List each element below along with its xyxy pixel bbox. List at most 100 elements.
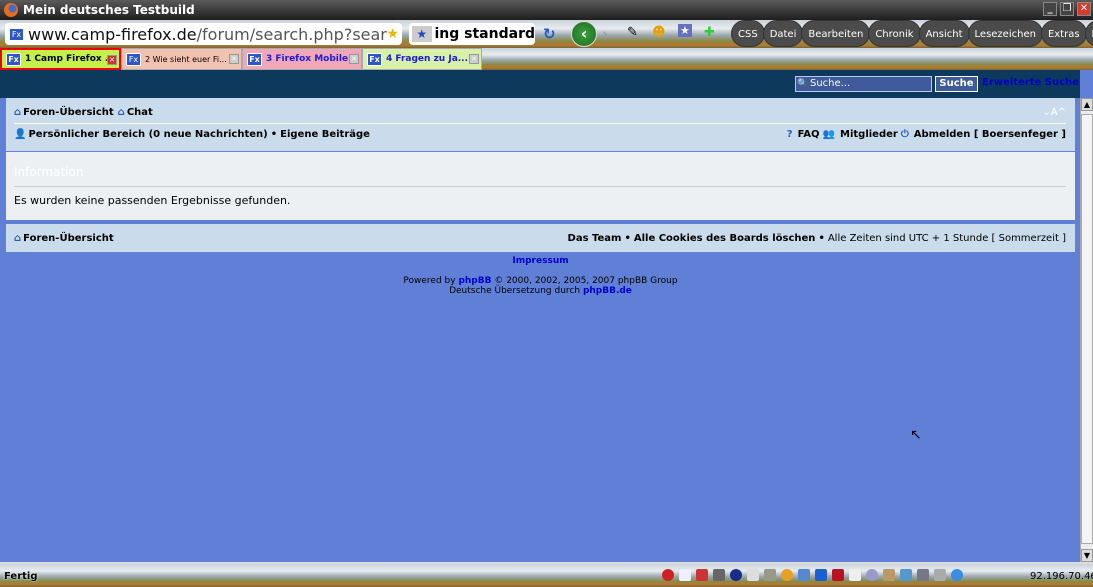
tab-label: 4 Fragen zu Ja... bbox=[386, 54, 469, 64]
notes-icon[interactable]: ✎ bbox=[627, 25, 638, 40]
tab-1[interactable]: Fx 1 Camp Firefox ... ✕ bbox=[0, 48, 121, 70]
s-icon[interactable] bbox=[730, 569, 742, 581]
screenshot-icon[interactable] bbox=[900, 569, 912, 581]
members-icon: 👥 bbox=[822, 129, 835, 140]
tab-label: 2 Wie sieht euer Fi... bbox=[145, 54, 227, 64]
vertical-scrollbar[interactable]: ▲ ▼ bbox=[1080, 98, 1093, 562]
forum-index-link[interactable]: Foren-Übersicht bbox=[23, 233, 113, 244]
menu-chronik[interactable]: Chronik bbox=[868, 20, 921, 47]
divider bbox=[14, 186, 1066, 187]
scissors-icon[interactable] bbox=[798, 569, 810, 581]
p-icon[interactable] bbox=[832, 569, 844, 581]
scroll-up-icon[interactable]: ▲ bbox=[1081, 98, 1093, 111]
information-panel: Information Es wurden keine passenden Er… bbox=[6, 152, 1075, 220]
faq-link[interactable]: FAQ bbox=[798, 129, 820, 140]
tab-close-icon[interactable]: ✕ bbox=[349, 54, 359, 64]
faq-icon: ? bbox=[786, 129, 793, 140]
scroll-down-icon[interactable]: ▼ bbox=[1081, 549, 1093, 562]
status-text: Fertig bbox=[4, 571, 38, 582]
timezone-text: Alle Zeiten sind UTC + 1 Stunde [ Sommer… bbox=[827, 233, 1066, 244]
search-bar[interactable]: ★ ing standard bbox=[409, 23, 535, 45]
sync-icon[interactable] bbox=[951, 569, 963, 581]
menu-extras[interactable]: Extras bbox=[1040, 20, 1087, 47]
menu-lesezeichen[interactable]: Lesezeichen bbox=[967, 20, 1043, 47]
clipboard-icon[interactable] bbox=[747, 569, 759, 581]
forward-button[interactable]: › bbox=[602, 25, 608, 43]
phpbb-de-link[interactable]: phpBB.de bbox=[583, 286, 632, 296]
page-footer: Impressum Powered by phpBB © 2000, 2002,… bbox=[6, 256, 1075, 296]
members-link[interactable]: Mitglieder bbox=[840, 129, 898, 140]
team-link[interactable]: Das Team bbox=[568, 233, 622, 244]
site-search-button[interactable]: Suche bbox=[935, 76, 978, 92]
url-path: /forum/search.php?sear bbox=[196, 24, 387, 44]
bookmarks-icon[interactable]: ★ bbox=[678, 24, 692, 37]
site-favicon-icon: Fx bbox=[9, 27, 24, 41]
ucp-link[interactable]: Persönlicher Bereich (0 neue Nachrichten… bbox=[28, 129, 267, 140]
font-size-toggle[interactable]: ⌄A^ bbox=[1042, 107, 1066, 118]
title-bar: Mein deutsches Testbuild _ ❐ ✕ bbox=[0, 0, 1093, 20]
gear-icon[interactable] bbox=[917, 569, 929, 581]
window-title: Mein deutsches Testbuild bbox=[23, 3, 195, 17]
addon-puzzle-icon[interactable]: ✚ bbox=[704, 25, 715, 40]
tab-2[interactable]: Fx 2 Wie sieht euer Fi... ✕ bbox=[121, 48, 242, 70]
tab-label: 3 Firefox Mobile bbox=[266, 54, 349, 64]
printer-icon[interactable] bbox=[934, 569, 946, 581]
menu-ansicht[interactable]: Ansicht bbox=[918, 20, 970, 47]
restore-button[interactable]: ❐ bbox=[1060, 2, 1074, 16]
menu-bearbeiten[interactable]: Bearbeiten bbox=[801, 20, 871, 47]
status-bar: Fertig 92.196.70.46 bbox=[0, 562, 1093, 587]
bookmark-star-icon[interactable]: ★ bbox=[386, 26, 399, 42]
power-icon: ⏻ bbox=[900, 129, 909, 140]
info-message: Es wurden keine passenden Ergebnisse gef… bbox=[14, 194, 291, 207]
tab-label: 1 Camp Firefox ... bbox=[25, 54, 116, 64]
tab-3[interactable]: Fx 3 Firefox Mobile ✕ bbox=[242, 48, 362, 70]
grid-icon[interactable] bbox=[764, 569, 776, 581]
translation-text: Deutsche Übersetzung durch bbox=[449, 286, 583, 296]
url-domain: www.camp-firefox.de bbox=[28, 24, 197, 44]
tab-4[interactable]: Fx 4 Fragen zu Ja... ✕ bbox=[362, 48, 482, 70]
status-icons bbox=[662, 569, 963, 581]
powered-by-text: Powered by bbox=[403, 276, 459, 286]
site-search-input[interactable]: Suche... bbox=[795, 76, 932, 92]
navigation-toolbar: Fx www.camp-firefox.de/forum/search.php?… bbox=[0, 20, 1093, 48]
tab-close-icon[interactable]: ✕ bbox=[107, 55, 117, 65]
delete-cookies-link[interactable]: Alle Cookies des Boards löschen bbox=[634, 233, 816, 244]
ip-address: 92.196.70.46 bbox=[1030, 571, 1093, 582]
own-posts-link[interactable]: Eigene Beiträge bbox=[280, 129, 370, 140]
phpbb-link[interactable]: phpBB bbox=[458, 276, 491, 286]
separator: • bbox=[818, 233, 825, 244]
menu-hilfe[interactable]: Hilfe bbox=[1084, 20, 1093, 47]
tab-favicon-icon: Fx bbox=[247, 52, 262, 66]
forum-index-link[interactable]: Foren-Übersicht bbox=[23, 107, 113, 118]
tab-close-icon[interactable]: ✕ bbox=[469, 54, 479, 64]
tool-icon[interactable] bbox=[713, 569, 725, 581]
advanced-search-link[interactable]: Erweiterte Suche bbox=[982, 77, 1079, 88]
tab-favicon-icon: Fx bbox=[6, 52, 21, 66]
search-engine-icon[interactable]: ★ bbox=[412, 26, 432, 42]
user-icon: 👤 bbox=[14, 129, 27, 140]
li-icon[interactable] bbox=[849, 569, 861, 581]
copyright-text: © 2000, 2002, 2005, 2007 phpBB Group bbox=[491, 276, 678, 286]
back-button[interactable]: ‹ bbox=[571, 21, 597, 47]
broom-icon[interactable] bbox=[883, 569, 895, 581]
warning-icon[interactable] bbox=[696, 569, 708, 581]
tab-close-icon[interactable]: ✕ bbox=[229, 54, 239, 64]
home-up-icon[interactable] bbox=[815, 569, 827, 581]
menu-css[interactable]: CSS bbox=[731, 20, 765, 47]
close-button[interactable]: ✕ bbox=[1077, 2, 1091, 16]
search-bar-value: ing standard bbox=[434, 26, 536, 42]
face-icon[interactable] bbox=[781, 569, 793, 581]
minimize-button[interactable]: _ bbox=[1043, 2, 1057, 16]
menu-datei[interactable]: Datei bbox=[762, 20, 804, 47]
impressum-link[interactable]: Impressum bbox=[512, 256, 568, 266]
chat-link[interactable]: Chat bbox=[127, 107, 153, 118]
smiley-icon[interactable]: ☻ bbox=[652, 25, 666, 40]
logout-link[interactable]: Abmelden [ Boersenfeger ] bbox=[914, 129, 1066, 140]
url-bar[interactable]: Fx www.camp-firefox.de/forum/search.php?… bbox=[5, 23, 402, 45]
adblock-icon[interactable] bbox=[662, 569, 674, 581]
home-icon: ⌂ bbox=[14, 107, 22, 118]
page-icon[interactable] bbox=[679, 569, 691, 581]
scrollbar-thumb[interactable] bbox=[1081, 114, 1093, 544]
orb-icon[interactable] bbox=[866, 569, 878, 581]
reload-icon[interactable]: ↻ bbox=[543, 25, 556, 43]
